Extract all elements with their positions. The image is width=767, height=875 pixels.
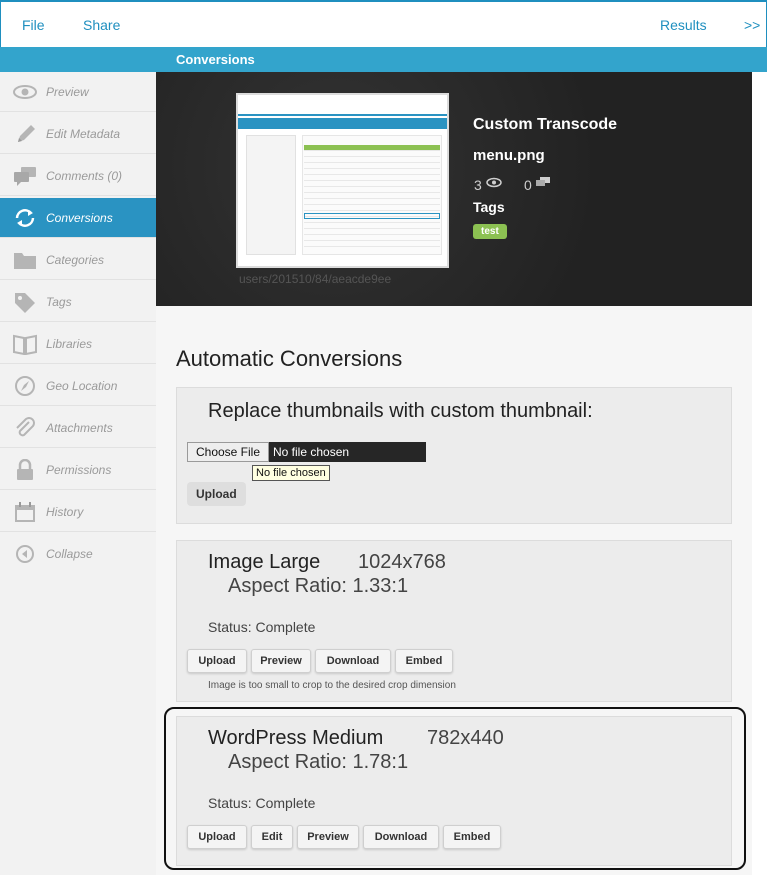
- comment-count: 0: [524, 177, 550, 193]
- file-menu[interactable]: File: [22, 17, 45, 33]
- asset-filename: menu.png: [473, 147, 545, 164]
- comments-icon: [14, 167, 36, 186]
- sidebar-item-label: Geo Location: [46, 379, 118, 393]
- folder-icon: [14, 253, 36, 269]
- share-menu[interactable]: Share: [83, 17, 120, 33]
- sidebar-item-permissions[interactable]: Permissions: [0, 450, 156, 490]
- conversion-wordpress-medium: WordPress Medium 782x440 Aspect Ratio: 1…: [176, 716, 732, 866]
- tag-badge[interactable]: test: [473, 224, 507, 239]
- sidebar-item-label: Attachments: [46, 421, 113, 435]
- preview-button[interactable]: Preview: [251, 649, 311, 673]
- pencil-icon: [18, 125, 35, 142]
- upload-button[interactable]: Upload: [187, 649, 247, 673]
- asset-title: Custom Transcode: [473, 116, 618, 133]
- sidebar-item-label: Conversions: [46, 211, 113, 225]
- expand-more-button[interactable]: >>: [744, 17, 760, 33]
- top-nav-bar: File Share Results >>: [0, 0, 767, 47]
- preview-button[interactable]: Preview: [297, 825, 359, 849]
- eye-icon: [13, 85, 37, 99]
- tags-label: Tags: [473, 199, 505, 215]
- edit-button[interactable]: Edit: [251, 825, 293, 849]
- collapse-icon: [16, 545, 34, 563]
- compass-icon: [15, 376, 35, 396]
- sidebar-item-tags[interactable]: Tags: [0, 282, 156, 322]
- sidebar-item-label: Tags: [46, 295, 72, 309]
- conversion-aspect-ratio: Aspect Ratio: 1.33:1: [228, 575, 409, 597]
- sidebar-item-collapse[interactable]: Collapse: [0, 534, 156, 574]
- calendar-icon: [15, 502, 35, 522]
- sidebar-item-geo-location[interactable]: Geo Location: [0, 366, 156, 406]
- section-header-bar: Conversions: [0, 47, 767, 72]
- view-count-value: 3: [474, 177, 482, 193]
- sidebar-item-edit-metadata[interactable]: Edit Metadata: [0, 114, 156, 154]
- view-count: 3: [474, 177, 502, 193]
- sidebar-item-categories[interactable]: Categories: [0, 240, 156, 280]
- sidebar-item-attachments[interactable]: Attachments: [0, 408, 156, 448]
- sidebar-item-label: Preview: [46, 85, 89, 99]
- conversion-name: Image Large: [208, 551, 321, 573]
- embed-button[interactable]: Embed: [443, 825, 501, 849]
- conversion-status: Status: Complete: [208, 619, 316, 635]
- sidebar-item-history[interactable]: History: [0, 492, 156, 532]
- sidebar-item-label: Collapse: [46, 547, 93, 561]
- sidebar: Preview Edit Metadata Comments (0) Conve…: [0, 72, 164, 875]
- custom-thumbnail-title: Replace thumbnails with custom thumbnail…: [208, 400, 593, 422]
- sidebar-item-libraries[interactable]: Libraries: [0, 324, 156, 364]
- sidebar-item-preview[interactable]: Preview: [0, 72, 156, 112]
- book-icon: [13, 334, 37, 355]
- choose-file-button[interactable]: Choose File: [187, 442, 269, 462]
- upload-button[interactable]: Upload: [187, 825, 247, 849]
- refresh-icon: [15, 209, 35, 227]
- embed-button[interactable]: Embed: [395, 649, 453, 673]
- eye-icon: [485, 177, 502, 188]
- main-content: users/201510/84/aeacde9ee Custom Transco…: [156, 72, 752, 875]
- page-title: Automatic Conversions: [176, 346, 403, 371]
- sidebar-item-label: Edit Metadata: [46, 127, 121, 141]
- tooltip: No file chosen: [252, 465, 330, 481]
- tag-icon: [15, 293, 35, 313]
- comments-icon: [535, 177, 550, 186]
- sidebar-item-label: Categories: [46, 253, 105, 267]
- file-status-text: No file chosen: [273, 445, 350, 459]
- section-title: Conversions: [176, 52, 255, 67]
- sidebar-item-label: Comments (0): [46, 169, 123, 183]
- upload-thumbnail-button[interactable]: Upload: [187, 482, 246, 506]
- asset-thumbnail[interactable]: [238, 95, 447, 266]
- results-link[interactable]: Results: [660, 17, 707, 33]
- sidebar-item-comments[interactable]: Comments (0): [0, 156, 156, 196]
- file-input[interactable]: Choose File No file chosen: [187, 442, 426, 462]
- asset-path: users/201510/84/aeacde9ee: [239, 272, 392, 286]
- paperclip-icon: [16, 417, 35, 437]
- conversion-note: Image is too small to crop to the desire…: [208, 680, 456, 691]
- custom-thumbnail-panel: Replace thumbnails with custom thumbnail…: [176, 387, 732, 524]
- sidebar-item-label: History: [46, 505, 84, 519]
- sidebar-item-label: Libraries: [46, 337, 93, 351]
- download-button[interactable]: Download: [315, 649, 391, 673]
- conversion-name: WordPress Medium: [208, 727, 384, 749]
- conversion-dimensions: 782x440: [427, 727, 504, 749]
- lock-icon: [17, 459, 33, 480]
- download-button[interactable]: Download: [363, 825, 439, 849]
- comment-count-value: 0: [524, 177, 532, 193]
- conversion-dimensions: 1024x768: [358, 551, 446, 573]
- conversion-image-large: Image Large 1024x768 Aspect Ratio: 1.33:…: [176, 540, 732, 702]
- sidebar-item-conversions[interactable]: Conversions: [0, 198, 164, 238]
- asset-header: users/201510/84/aeacde9ee Custom Transco…: [156, 72, 752, 306]
- conversion-status: Status: Complete: [208, 795, 316, 811]
- sidebar-item-label: Permissions: [46, 463, 112, 477]
- conversion-aspect-ratio: Aspect Ratio: 1.78:1: [228, 751, 409, 773]
